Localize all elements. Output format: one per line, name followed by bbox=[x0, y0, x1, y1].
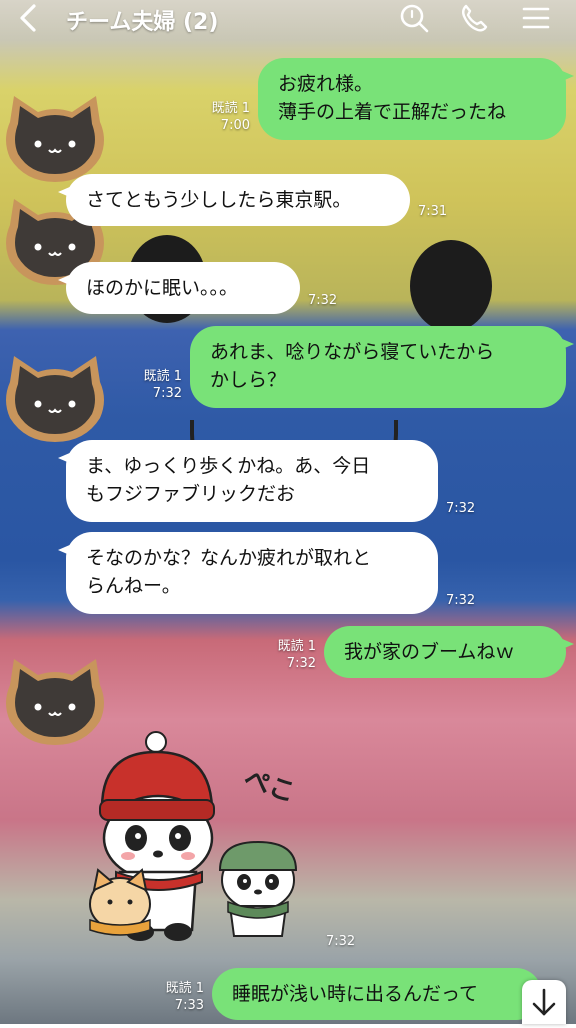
message-text-line: ま、ゆっくり歩くかね。あ、今日 bbox=[86, 455, 371, 477]
panda-sticker[interactable]: ぺこ bbox=[80, 730, 320, 945]
message-text-line: さてともう少ししたら東京駅。 bbox=[86, 189, 352, 211]
message-meta: 既読 1 7:33 bbox=[150, 980, 204, 1014]
arrow-down-icon bbox=[532, 988, 556, 1016]
cat-avatar-icon[interactable] bbox=[0, 352, 110, 444]
message-text-line: 薄手の上着で正解だったね bbox=[278, 101, 507, 123]
message-meta: 既読 1 7:00 bbox=[196, 100, 250, 134]
message-text-line: ほのかに眠い。。。 bbox=[86, 277, 239, 299]
message-time: 7:00 bbox=[220, 118, 250, 133]
message-bubble-received[interactable]: ほのかに眠い。。。 bbox=[58, 262, 300, 314]
message-time: 7:31 bbox=[418, 204, 448, 219]
message-meta: 既読 1 7:32 bbox=[128, 368, 182, 402]
read-receipt: 既読 1 bbox=[165, 981, 204, 996]
message-bubble-sent[interactable]: あれま、唸りながら寝ていたから かしら？ bbox=[190, 326, 574, 408]
message-text-line: そなのかな？なんか疲れが取れと bbox=[86, 547, 372, 569]
message-bubble-sent[interactable]: お疲れ様。 薄手の上着で正解だったね bbox=[258, 58, 574, 140]
message-time: 7:32 bbox=[326, 934, 356, 949]
message-bubble-received[interactable]: そなのかな？なんか疲れが取れと らんねー。 bbox=[58, 532, 438, 614]
message-text-line: もフジファブリックだお bbox=[86, 483, 296, 505]
chevron-left-icon[interactable] bbox=[14, 2, 44, 34]
message-text-line: かしら？ bbox=[210, 369, 287, 391]
read-receipt: 既読 1 bbox=[211, 101, 250, 116]
message-time: 7:32 bbox=[308, 293, 338, 308]
message-bubble-sent[interactable]: 我が家のブームねｗ bbox=[324, 626, 574, 678]
message-text-line: あれま、唸りながら寝ていたから bbox=[210, 341, 495, 363]
sticker-text: ぺこ bbox=[240, 764, 299, 809]
message-text-line: らんねー。 bbox=[86, 575, 181, 597]
message-time: 7:32 bbox=[446, 501, 476, 516]
message-bubble-received[interactable]: ま、ゆっくり歩くかね。あ、今日 もフジファブリックだお bbox=[58, 440, 438, 522]
message-time: 7:32 bbox=[152, 386, 182, 401]
message-time: 7:33 bbox=[174, 998, 204, 1013]
chat-header: チーム夫婦 (2) bbox=[0, 0, 576, 38]
message-text-line: 睡眠が浅い時に出るんだって bbox=[232, 983, 479, 1005]
message-bubble-received[interactable]: さてともう少ししたら東京駅。 bbox=[58, 174, 410, 226]
read-receipt: 既読 1 bbox=[277, 639, 316, 654]
search-icon[interactable] bbox=[398, 2, 430, 34]
chat-title: チーム夫婦 (2) bbox=[66, 10, 219, 35]
message-meta: 既読 1 7:32 bbox=[262, 638, 316, 672]
hamburger-menu-icon[interactable] bbox=[520, 2, 552, 34]
message-bubble-sent[interactable]: 睡眠が浅い時に出るんだって bbox=[212, 968, 550, 1020]
message-text-line: お疲れ様。 bbox=[278, 73, 374, 95]
message-text-line: 我が家のブームねｗ bbox=[344, 641, 515, 663]
plush-eye-right bbox=[410, 240, 492, 332]
cat-avatar-icon[interactable] bbox=[0, 92, 110, 184]
scroll-to-bottom-button[interactable] bbox=[522, 980, 566, 1024]
read-receipt: 既読 1 bbox=[143, 369, 182, 384]
message-time: 7:32 bbox=[446, 593, 476, 608]
phone-icon[interactable] bbox=[458, 2, 490, 34]
message-time: 7:32 bbox=[286, 656, 316, 671]
